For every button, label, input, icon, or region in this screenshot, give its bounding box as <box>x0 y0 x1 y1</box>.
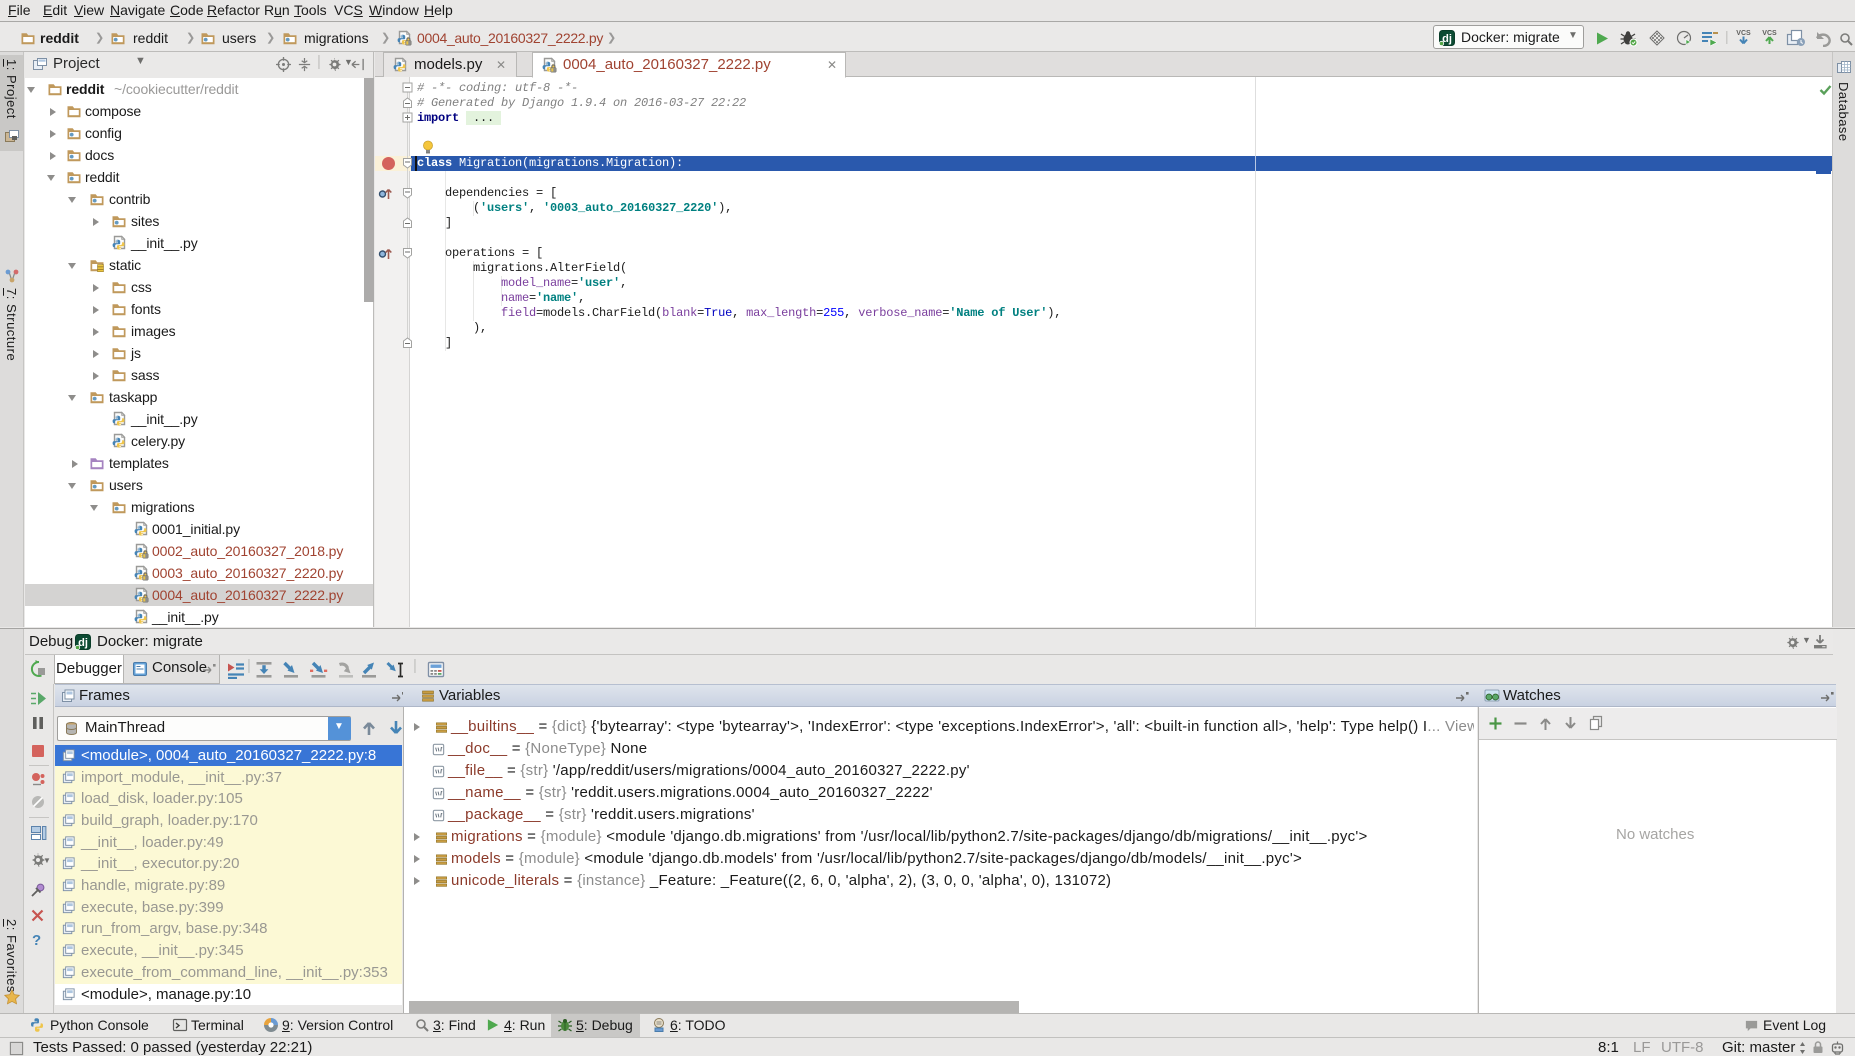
svg-text:VCS: VCS <box>1736 30 1751 37</box>
svg-text:VCS: VCS <box>1762 30 1777 37</box>
